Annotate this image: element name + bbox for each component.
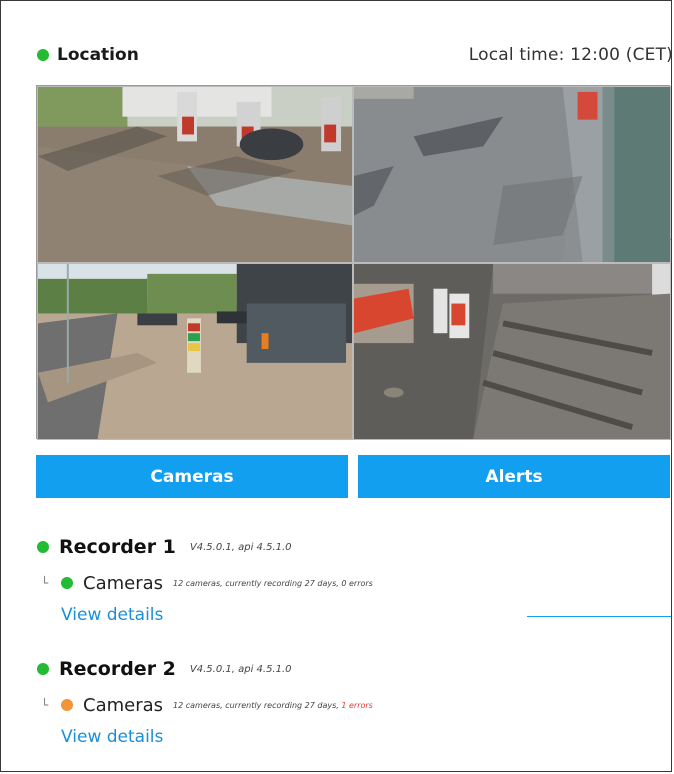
camera-image	[38, 264, 352, 439]
recorder-name: Recorder 1	[59, 536, 176, 558]
location-label: Location	[57, 45, 139, 65]
status-dot-icon	[37, 663, 49, 675]
cameras-button[interactable]: Cameras	[36, 455, 348, 498]
status-dot-icon	[37, 541, 49, 553]
error-count: 1 errors	[341, 700, 373, 710]
camera-feed-1[interactable]	[37, 86, 353, 263]
camera-feed-3[interactable]	[37, 263, 353, 440]
tree-branch-icon: └	[41, 698, 49, 712]
recorder-cameras-row: └ Cameras 12 cameras, currently recordin…	[37, 693, 637, 717]
panel-header: Location Local time: 12:00 (CET)	[37, 45, 672, 69]
alerts-button[interactable]: Alerts	[358, 455, 670, 498]
camera-image	[354, 264, 670, 439]
cameras-label: Cameras	[83, 572, 164, 594]
camera-grid	[36, 85, 671, 440]
view-details-link[interactable]: View details	[61, 727, 637, 747]
recorder-name: Recorder 2	[59, 658, 176, 680]
tree-branch-icon: └	[41, 576, 49, 590]
recorder-2: Recorder 2 V4.5.0.1, api 4.5.1.0 └ Camer…	[37, 657, 637, 747]
edge-accent	[669, 239, 671, 240]
local-time: Local time: 12:00 (CET)	[468, 45, 672, 65]
status-dot-icon	[37, 49, 49, 61]
recorder-header: Recorder 2 V4.5.0.1, api 4.5.1.0	[37, 657, 637, 681]
dashboard-panel: Location Local time: 12:00 (CET) Cameras…	[0, 0, 672, 772]
status-dot-icon	[61, 577, 73, 589]
view-details-link[interactable]: View details	[61, 605, 637, 625]
location-title: Location	[37, 45, 139, 65]
camera-image	[38, 87, 352, 262]
warning-dot-icon	[61, 699, 73, 711]
recorder-version: V4.5.0.1, api 4.5.1.0	[189, 663, 292, 675]
cameras-summary: 12 cameras, currently recording 27 days,…	[173, 578, 373, 588]
camera-image	[354, 87, 670, 262]
recorder-header: Recorder 1 V4.5.0.1, api 4.5.1.0	[37, 535, 637, 559]
recorder-cameras-row: └ Cameras 12 cameras, currently recordin…	[37, 571, 637, 595]
recorder-version: V4.5.0.1, api 4.5.1.0	[189, 541, 292, 553]
camera-feed-4[interactable]	[353, 263, 671, 440]
recorder-1: Recorder 1 V4.5.0.1, api 4.5.1.0 └ Camer…	[37, 535, 637, 625]
cameras-summary: 12 cameras, currently recording 27 days,…	[173, 700, 373, 710]
cameras-label: Cameras	[83, 694, 164, 716]
camera-feed-2[interactable]	[353, 86, 671, 263]
